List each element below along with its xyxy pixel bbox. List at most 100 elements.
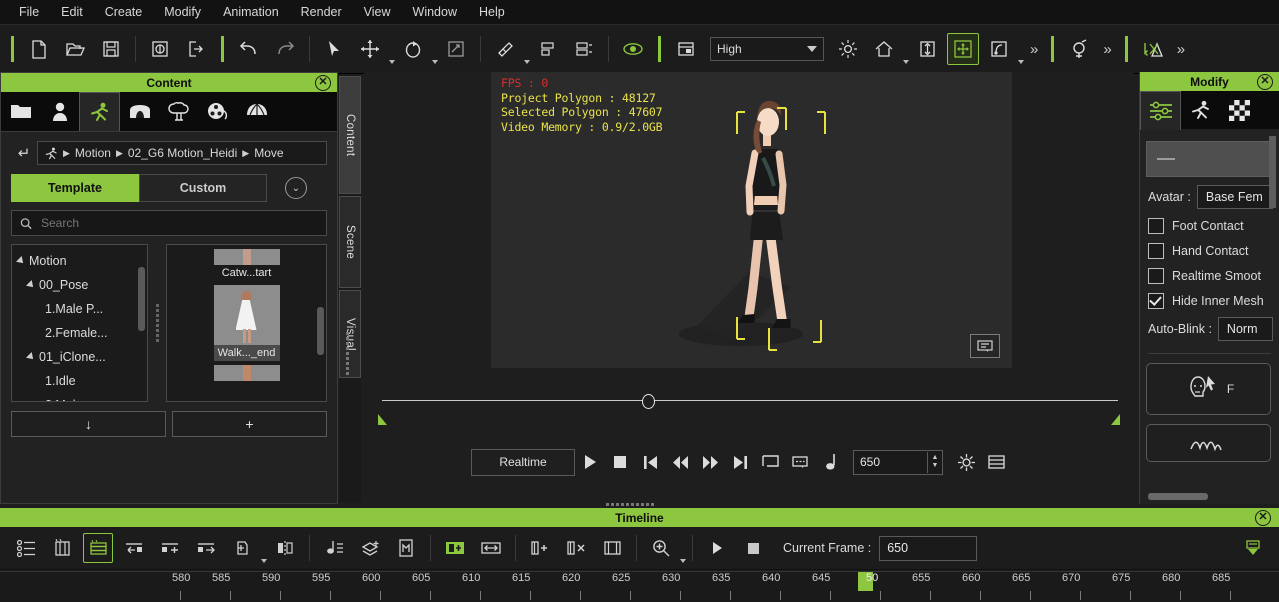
drop-to-floor-button[interactable] — [911, 33, 943, 65]
panel-splitter[interactable] — [154, 244, 160, 402]
dock-tab-scene[interactable]: Scene — [339, 196, 361, 288]
audio-track-button[interactable] — [319, 533, 349, 563]
toolbar-overflow-1[interactable]: » — [1024, 41, 1044, 58]
redo-button[interactable] — [269, 33, 301, 65]
range-marker-button[interactable] — [755, 449, 785, 475]
audio-note-button[interactable] — [815, 449, 845, 475]
panel-scrollbar[interactable] — [1269, 136, 1276, 208]
rotate-tool-dropdown-icon[interactable] — [432, 60, 438, 64]
frame-input[interactable] — [854, 454, 927, 470]
timeline-resize-grip[interactable] — [606, 503, 654, 506]
spinner-buttons[interactable]: ▲ ▼ — [927, 451, 942, 473]
realtime-smooth-checkbox[interactable] — [1148, 268, 1164, 284]
home-view-dropdown-icon[interactable] — [903, 60, 909, 64]
tab-folder[interactable] — [1, 93, 40, 131]
tab-settings[interactable] — [1140, 90, 1181, 130]
ik-tool-dropdown-icon[interactable] — [1018, 60, 1024, 64]
tab-actor[interactable] — [40, 93, 79, 131]
motion-script-button[interactable] — [391, 533, 421, 563]
tab-particle[interactable] — [237, 93, 276, 131]
fit-range-button[interactable] — [476, 533, 506, 563]
save-project-button[interactable] — [95, 33, 127, 65]
list-item[interactable] — [213, 365, 280, 381]
breadcrumb-item-1[interactable]: 02_G6 Motion_Heidi — [128, 146, 237, 160]
add-button[interactable]: + — [172, 411, 327, 437]
foot-contact-row[interactable]: Foot Contact — [1140, 209, 1279, 234]
align-tool-dropdown-icon[interactable] — [524, 60, 530, 64]
export-button[interactable] — [180, 33, 212, 65]
menu-view[interactable]: View — [353, 0, 402, 24]
undo-button[interactable] — [233, 33, 265, 65]
tab-prop[interactable] — [159, 93, 198, 131]
tree-node-motion[interactable]: Motion — [12, 249, 147, 273]
open-project-button[interactable] — [59, 33, 91, 65]
render-layout-button[interactable] — [670, 33, 702, 65]
render-settings-button[interactable] — [951, 449, 981, 475]
add-clip-dropdown-icon[interactable] — [261, 559, 267, 563]
hide-inner-mesh-row[interactable]: Hide Inner Mesh — [1140, 284, 1279, 309]
scrub-handle[interactable] — [642, 394, 655, 409]
align-distribute-button[interactable] — [568, 33, 600, 65]
menu-edit[interactable]: Edit — [50, 0, 94, 24]
preferences-button[interactable] — [981, 449, 1011, 475]
add-transform-key-button[interactable] — [47, 533, 77, 563]
menu-window[interactable]: Window — [402, 0, 468, 24]
menu-render[interactable]: Render — [290, 0, 353, 24]
item-grid[interactable]: Catw...tart Walk..._end — [166, 244, 327, 402]
tree-node-male-pose[interactable]: 1.Male P... — [12, 297, 147, 321]
close-icon[interactable]: ✕ — [315, 75, 331, 91]
subtitle-button[interactable] — [785, 449, 815, 475]
rotate-tool-button[interactable] — [397, 33, 429, 65]
list-item[interactable]: Catw...tart — [213, 249, 280, 281]
tree-node-01-iclone[interactable]: 01_iClone... — [12, 345, 147, 369]
scale-tool-button[interactable] — [440, 33, 472, 65]
add-key-left-button[interactable] — [155, 533, 185, 563]
menu-help[interactable]: Help — [468, 0, 516, 24]
menu-file[interactable]: File — [8, 0, 50, 24]
search-input[interactable] — [39, 215, 318, 231]
items-scrollbar[interactable] — [317, 307, 324, 355]
insert-frames-button[interactable] — [525, 533, 555, 563]
zoom-tool-button[interactable] — [646, 533, 676, 563]
import-button[interactable] — [144, 33, 176, 65]
hand-contact-row[interactable]: Hand Contact — [1140, 234, 1279, 259]
tree-scrollbar[interactable] — [138, 267, 145, 331]
expand-options-icon[interactable]: ⌄ — [285, 177, 307, 199]
hide-inner-mesh-checkbox[interactable] — [1148, 293, 1164, 309]
menu-animation[interactable]: Animation — [212, 0, 290, 24]
dock-tab-visual[interactable]: Visual — [339, 290, 361, 378]
hand-contact-checkbox[interactable] — [1148, 243, 1164, 259]
jump-to-end-button[interactable] — [725, 449, 755, 475]
frame-spinner[interactable]: ▲▼ — [853, 449, 943, 475]
tab-stage[interactable] — [120, 93, 159, 131]
tab-custom[interactable]: Custom — [139, 174, 267, 202]
timeline-track-button[interactable] — [83, 533, 113, 563]
apply-button[interactable]: ↓ — [11, 411, 166, 437]
move-gizmo-button[interactable] — [947, 33, 979, 65]
toolbar-overflow-2[interactable]: » — [1097, 41, 1117, 58]
split-clip-button[interactable] — [270, 533, 300, 563]
home-view-button[interactable] — [868, 33, 900, 65]
align-tool-button[interactable] — [489, 33, 521, 65]
range-start-marker[interactable] — [378, 414, 387, 425]
category-tree[interactable]: Motion 00_Pose 1.Male P... 2.Female... 0… — [11, 244, 148, 402]
3d-viewport[interactable]: FPS : 0 Project Polygon : 48127 Selected… — [491, 72, 1012, 368]
menu-modify[interactable]: Modify — [153, 0, 212, 24]
realtime-mode-button[interactable]: Realtime — [471, 448, 575, 476]
toolbar-overflow-3[interactable]: » — [1171, 41, 1191, 58]
face-puppet-button[interactable]: F — [1146, 363, 1271, 415]
align-left-button[interactable] — [532, 33, 564, 65]
export-timeline-button[interactable] — [1238, 533, 1268, 563]
zoom-dropdown-icon[interactable] — [680, 559, 686, 563]
preview-eye-button[interactable] — [617, 33, 649, 65]
track-list-button[interactable] — [11, 533, 41, 563]
gender-tool-button[interactable] — [1063, 33, 1095, 65]
range-end-marker[interactable] — [1111, 414, 1120, 425]
menu-create[interactable]: Create — [94, 0, 154, 24]
tree-node-female-pose[interactable]: 2.Female... — [12, 321, 147, 345]
rewind-button[interactable] — [665, 449, 695, 475]
tab-texture[interactable] — [1220, 91, 1259, 129]
current-frame-input[interactable] — [880, 540, 977, 556]
breadcrumb-item-2[interactable]: Move — [254, 146, 283, 160]
list-item[interactable]: Walk..._end — [213, 285, 280, 361]
